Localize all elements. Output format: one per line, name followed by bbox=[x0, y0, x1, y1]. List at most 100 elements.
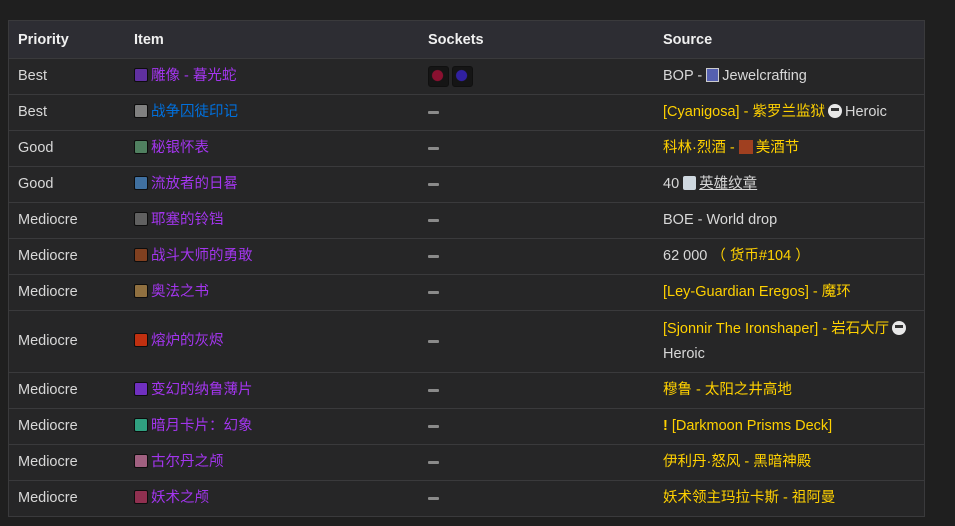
bell-icon bbox=[134, 212, 148, 226]
table-row: Best 雕像 - 暮光蛇 BOP - Jewelcrafting bbox=[9, 58, 924, 95]
source-separator: - bbox=[818, 320, 832, 337]
sockets-cell bbox=[419, 238, 654, 275]
item-link[interactable]: 耶塞的铃铛 bbox=[151, 212, 224, 228]
sockets-cell bbox=[419, 310, 654, 373]
sockets-cell bbox=[419, 480, 654, 516]
item-link[interactable]: 暗月卡片：幻象 bbox=[151, 418, 253, 434]
no-sockets-dash bbox=[428, 146, 439, 150]
item-link[interactable]: 战斗大师的勇敢 bbox=[151, 248, 253, 264]
table-header-row: Priority Item Sockets Source bbox=[9, 21, 924, 59]
no-sockets-dash bbox=[428, 290, 439, 294]
zone-link[interactable]: 祖阿曼 bbox=[792, 490, 836, 506]
sockets-cell bbox=[419, 274, 654, 311]
item-link[interactable]: 奥法之书 bbox=[151, 284, 209, 300]
source-prefix: BOP - bbox=[663, 68, 707, 84]
source-cell: 40 英雄纹章 bbox=[654, 166, 924, 203]
quest-link[interactable]: [Darkmoon Prisms Deck] bbox=[672, 418, 832, 434]
source-separator: - bbox=[779, 490, 792, 506]
header-priority: Priority bbox=[9, 21, 125, 59]
boss-link[interactable]: [Sjonnir The Ironshaper] bbox=[663, 321, 818, 337]
sockets-cell bbox=[419, 444, 654, 481]
no-sockets-dash bbox=[428, 218, 439, 222]
priority-cell: Mediocre bbox=[9, 238, 125, 275]
war-prisoner-icon bbox=[134, 104, 148, 118]
priority-cell: Mediocre bbox=[9, 274, 125, 311]
item-link[interactable]: 雕像 - 暮光蛇 bbox=[151, 68, 236, 84]
item-cell: 雕像 - 暮光蛇 bbox=[125, 58, 419, 95]
priority-cell: Mediocre bbox=[9, 202, 125, 239]
arcane-book-icon bbox=[134, 284, 148, 298]
source-separator: - bbox=[740, 454, 754, 470]
currency-link[interactable]: （ 货币#104 ） bbox=[711, 248, 809, 264]
event-icon bbox=[738, 140, 753, 154]
sockets-cell bbox=[419, 94, 654, 131]
gear-priority-table: Priority Item Sockets Source Best 雕像 - 暮光… bbox=[8, 20, 925, 517]
item-link[interactable]: 战争囚徒印记 bbox=[151, 104, 238, 120]
boss-link[interactable]: [Ley-Guardian Eregos] bbox=[663, 284, 809, 300]
item-cell: 妖术之颅 bbox=[125, 480, 419, 516]
item-link[interactable]: 流放者的日晷 bbox=[151, 176, 238, 192]
profession-link[interactable]: Jewelcrafting bbox=[722, 68, 807, 84]
table-row: Mediocre 熔炉的灰烬 [Sjonnir The Ironshaper] - … bbox=[9, 310, 924, 373]
sockets-cell bbox=[419, 202, 654, 239]
table-row: Good 流放者的日晷 40 英雄纹章 bbox=[9, 166, 924, 203]
source-separator: - bbox=[692, 382, 705, 398]
header-source: Source bbox=[654, 21, 924, 59]
zone-link[interactable]: 黑暗神殿 bbox=[753, 454, 811, 470]
item-link[interactable]: 变幻的纳鲁薄片 bbox=[151, 382, 253, 398]
item-cell: 耶塞的铃铛 bbox=[125, 202, 419, 239]
table-row: Mediocre 耶塞的铃铛 BOE - World drop bbox=[9, 202, 924, 239]
boss-link[interactable]: 妖术领主玛拉卡斯 bbox=[663, 490, 779, 506]
priority-cell: Good bbox=[9, 166, 125, 203]
table-row: Mediocre 古尔丹之颅 伊利丹·怒风 - 黑暗神殿 bbox=[9, 444, 924, 481]
priority-cell: Best bbox=[9, 94, 125, 131]
zone-link[interactable]: 魔环 bbox=[822, 284, 851, 300]
boss-link[interactable]: 穆鲁 bbox=[663, 382, 692, 398]
table-row: Best 战争囚徒印记 [Cyanigosa] - 紫罗兰监狱 Heroic bbox=[9, 94, 924, 131]
zone-link[interactable]: 太阳之井高地 bbox=[705, 382, 792, 398]
blue-socket-icon[interactable] bbox=[452, 65, 473, 87]
item-cell: 秘银怀表 bbox=[125, 130, 419, 167]
no-sockets-dash bbox=[428, 182, 439, 186]
source-cell: [Cyanigosa] - 紫罗兰监狱 Heroic bbox=[654, 94, 924, 131]
item-link[interactable]: 古尔丹之颅 bbox=[151, 454, 224, 470]
zone-link[interactable]: 岩石大厅 bbox=[831, 321, 889, 337]
item-link[interactable]: 妖术之颅 bbox=[151, 490, 209, 506]
source-cell: 62 000 （ 货币#104 ） bbox=[654, 238, 924, 275]
item-cell: 古尔丹之颅 bbox=[125, 444, 419, 481]
sockets-cell bbox=[419, 58, 654, 95]
item-cell: 奥法之书 bbox=[125, 274, 419, 311]
quest-exclamation-icon: ! bbox=[663, 418, 668, 434]
item-cell: 变幻的纳鲁薄片 bbox=[125, 372, 419, 409]
source-cell: 科林·烈酒 - 美酒节 bbox=[654, 130, 924, 167]
source-cell: 穆鲁 - 太阳之井高地 bbox=[654, 372, 924, 409]
currency-link[interactable]: 英雄纹章 bbox=[699, 176, 757, 192]
sockets-cell bbox=[419, 372, 654, 409]
item-link[interactable]: 秘银怀表 bbox=[151, 140, 209, 156]
boss-link[interactable]: 科林·烈酒 bbox=[663, 140, 726, 156]
red-socket-icon[interactable] bbox=[428, 65, 449, 87]
no-sockets-dash bbox=[428, 339, 439, 343]
difficulty-label: Heroic bbox=[844, 104, 887, 120]
zone-link[interactable]: 紫罗兰监狱 bbox=[752, 104, 825, 120]
sockets-cell bbox=[419, 130, 654, 167]
table-row: Mediocre 暗月卡片：幻象! [Darkmoon Prisms Deck] bbox=[9, 408, 924, 445]
no-sockets-dash bbox=[428, 254, 439, 258]
item-cell: 流放者的日晷 bbox=[125, 166, 419, 203]
jewelcrafting-icon bbox=[706, 68, 720, 82]
zone-link[interactable]: 美酒节 bbox=[756, 140, 800, 156]
boss-link[interactable]: 伊利丹·怒风 bbox=[663, 454, 740, 470]
no-sockets-dash bbox=[428, 460, 439, 464]
forge-ember-icon bbox=[134, 333, 148, 347]
priority-cell: Mediocre bbox=[9, 372, 125, 409]
sockets-cell bbox=[419, 166, 654, 203]
emblem-icon bbox=[683, 176, 697, 190]
heroic-skull-icon bbox=[827, 104, 842, 118]
item-cell: 战斗大师的勇敢 bbox=[125, 238, 419, 275]
boss-link[interactable]: [Cyanigosa] bbox=[663, 104, 740, 120]
priority-cell: Mediocre bbox=[9, 480, 125, 516]
skull-of-guldan-icon bbox=[134, 454, 148, 468]
darkmoon-card-icon bbox=[134, 418, 148, 432]
item-link[interactable]: 熔炉的灰烬 bbox=[151, 333, 224, 349]
source-separator: - bbox=[725, 140, 739, 156]
